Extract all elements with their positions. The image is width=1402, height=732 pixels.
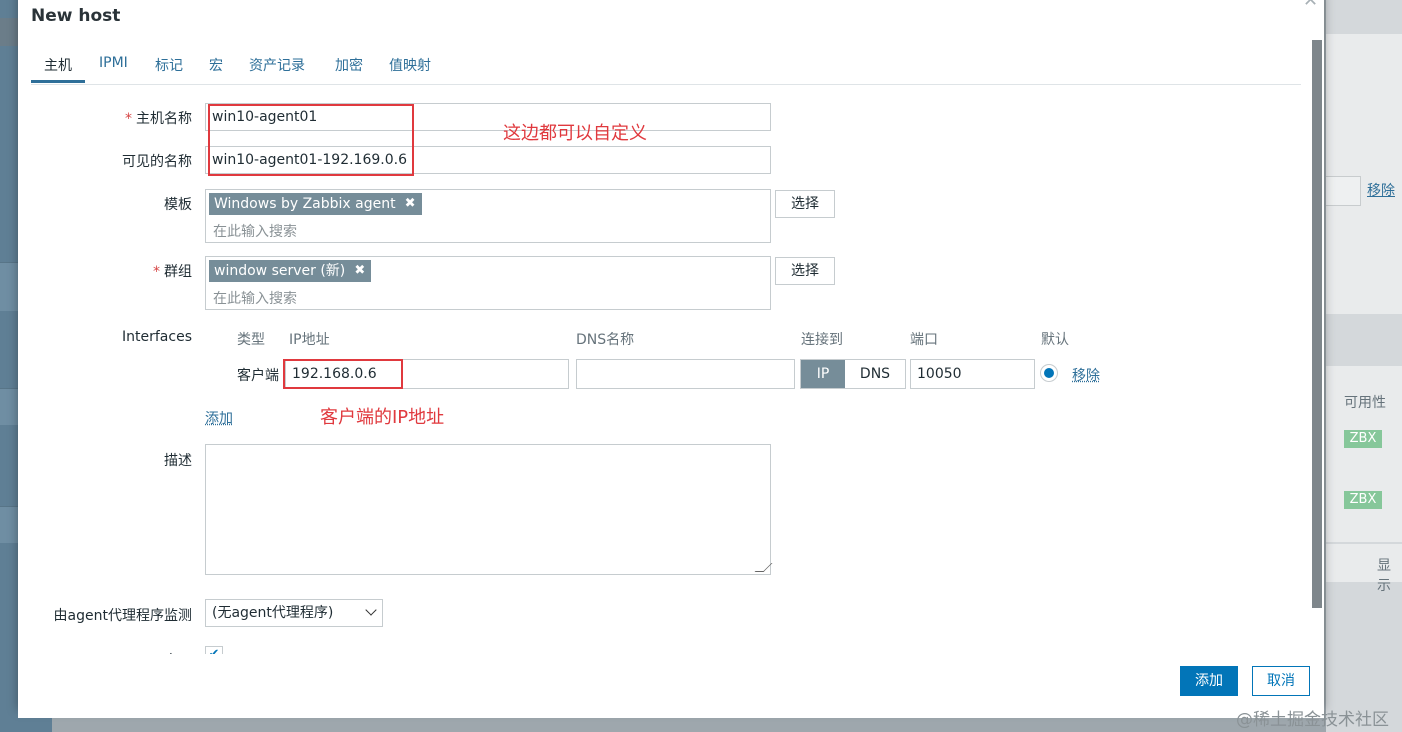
templates-search-placeholder[interactable]: 在此输入搜索: [213, 221, 297, 241]
connect-ip-option[interactable]: IP: [801, 360, 845, 388]
tab-value-mapping[interactable]: 值映射: [389, 55, 431, 75]
resize-handle-icon[interactable]: [754, 563, 773, 572]
watermark: @稀土掘金技术社区: [1236, 710, 1389, 730]
add-button[interactable]: 添加: [1180, 666, 1238, 696]
close-icon[interactable]: ✕: [1303, 0, 1318, 10]
templates-label: 模板: [164, 197, 192, 213]
default-interface-radio[interactable]: [1040, 364, 1058, 382]
required-marker: *: [125, 111, 132, 127]
interfaces-label: Interfaces: [122, 329, 192, 345]
interface-type-agent: 客户端: [237, 368, 279, 384]
interface-remove-link[interactable]: 移除: [1072, 365, 1100, 385]
interface-port-header: 端口: [910, 332, 938, 348]
background-panel-block: [1326, 34, 1402, 314]
background-right-panel: [1326, 0, 1402, 732]
description-label: 描述: [164, 453, 192, 469]
groups-label: * 群组: [32, 261, 192, 281]
tab-encryption[interactable]: 加密: [335, 55, 363, 75]
background-display-text: 显示: [1377, 558, 1391, 594]
interface-connect-header: 连接到: [801, 332, 843, 348]
interface-ip-header: IP地址: [289, 332, 330, 348]
dialog-title: New host: [31, 6, 121, 26]
tab-bar: 主机 IPMI 标记 宏 资产记录 加密 值映射: [31, 44, 1301, 85]
annotation-box-names: [208, 104, 414, 176]
remove-chip-icon[interactable]: ✖: [354, 260, 365, 282]
interface-port-input[interactable]: 10050: [910, 359, 1035, 389]
tab-tags[interactable]: 标记: [155, 55, 183, 75]
annotation-ip-note: 客户端的IP地址: [320, 407, 445, 428]
interface-dns-header: DNS名称: [576, 332, 635, 348]
zbx-badge: ZBX: [1344, 430, 1382, 448]
cancel-button[interactable]: 取消: [1252, 666, 1310, 696]
required-marker: *: [153, 264, 160, 280]
zbx-badge: ZBX: [1344, 491, 1382, 509]
tab-host[interactable]: 主机: [44, 55, 72, 75]
groups-label-text: 群组: [164, 264, 192, 280]
groups-search-placeholder[interactable]: 在此输入搜索: [213, 288, 297, 308]
template-chip: Windows by Zabbix agent ✖: [209, 193, 422, 215]
monitored-by-proxy-label: 由agent代理程序监测: [53, 608, 192, 624]
proxy-select[interactable]: (无agent代理程序): [205, 599, 383, 627]
template-chip-label: Windows by Zabbix agent: [214, 196, 396, 212]
group-chip-label: window server (新): [214, 263, 346, 279]
remove-chip-icon[interactable]: ✖: [405, 193, 416, 215]
templates-multiselect[interactable]: Windows by Zabbix agent ✖ 在此输入搜索: [205, 189, 771, 243]
tab-ipmi[interactable]: IPMI: [99, 55, 128, 71]
annotation-box-ip: [283, 359, 403, 389]
group-chip: window server (新) ✖: [209, 260, 372, 282]
visible-name-label: 可见的名称: [122, 154, 192, 170]
interface-dns-input[interactable]: [576, 359, 795, 389]
templates-select-button[interactable]: 选择: [775, 190, 835, 218]
connect-dns-option[interactable]: DNS: [845, 360, 905, 388]
active-tab-indicator: [31, 80, 85, 83]
groups-multiselect[interactable]: window server (新) ✖ 在此输入搜索: [205, 256, 771, 310]
background-availability-header: 可用性: [1344, 395, 1386, 411]
interface-default-header: 默认: [1041, 332, 1069, 348]
annotation-names-note: 这边都可以自定义: [503, 123, 647, 144]
background-remove-link: 移除: [1367, 183, 1395, 199]
chevron-down-icon: [365, 604, 377, 616]
tab-macros[interactable]: 宏: [209, 55, 223, 75]
groups-select-button[interactable]: 选择: [775, 257, 835, 285]
dialog-footer: [18, 654, 1324, 718]
interface-type-header: 类型: [237, 332, 265, 348]
host-name-label-text: 主机名称: [136, 111, 192, 127]
proxy-select-value: (无agent代理程序): [212, 605, 334, 621]
connect-to-toggle: IP DNS: [800, 359, 906, 389]
description-textarea[interactable]: [205, 444, 773, 575]
background-input: [1326, 176, 1361, 206]
interface-add-link[interactable]: 添加: [205, 408, 233, 428]
tab-inventory[interactable]: 资产记录: [249, 55, 305, 75]
dialog-scrollbar[interactable]: [1312, 40, 1322, 608]
host-name-label: * 主机名称: [32, 108, 192, 128]
